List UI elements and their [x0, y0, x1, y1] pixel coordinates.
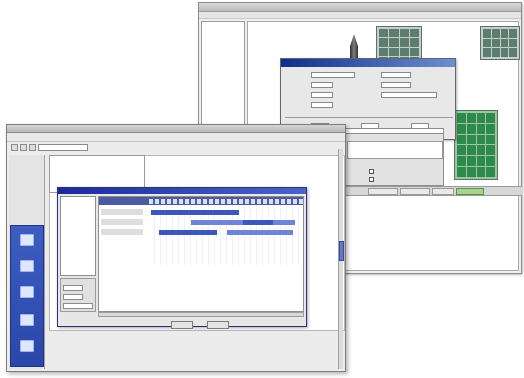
- divider: [285, 117, 453, 118]
- toolbar-combo[interactable]: [38, 144, 88, 151]
- field-value[interactable]: [311, 82, 333, 88]
- gantt-bar[interactable]: [243, 220, 273, 225]
- dialog-button[interactable]: [171, 321, 193, 329]
- toolbar-button[interactable]: [29, 144, 36, 151]
- toolbar-button[interactable]: [20, 144, 27, 151]
- field-value[interactable]: [311, 102, 333, 108]
- schedule-list[interactable]: [60, 196, 96, 276]
- toolbar-button[interactable]: [11, 144, 18, 151]
- option-field[interactable]: [63, 294, 83, 300]
- horizontal-scrollbar[interactable]: [98, 312, 304, 317]
- back-window-titlebar[interactable]: [199, 3, 521, 12]
- front-window-titlebar[interactable]: [7, 125, 345, 133]
- nav-module-icon[interactable]: [20, 260, 34, 272]
- front-window-menubar: [7, 133, 345, 142]
- left-panel-item[interactable]: [202, 26, 244, 28]
- address-field[interactable]: [344, 128, 444, 134]
- front-window: [6, 124, 346, 372]
- rack-icon-active[interactable]: [454, 110, 498, 180]
- nav-module-icon[interactable]: [20, 314, 34, 326]
- field-value[interactable]: [381, 92, 437, 98]
- dialog-buttons: [171, 321, 229, 329]
- option-field[interactable]: [63, 285, 83, 291]
- option-field[interactable]: [63, 303, 93, 309]
- status-segment[interactable]: [368, 188, 398, 195]
- list-item[interactable]: [61, 201, 95, 203]
- checkbox[interactable]: [369, 169, 374, 174]
- properties-dialog-title[interactable]: [281, 59, 455, 67]
- schedule-dialog-titlebar[interactable]: [58, 188, 306, 194]
- field-value[interactable]: [381, 72, 411, 78]
- back-window-menubar[interactable]: [199, 12, 521, 19]
- status-segment-active[interactable]: [456, 188, 484, 195]
- checkbox[interactable]: [369, 177, 374, 182]
- field-value[interactable]: [381, 82, 411, 88]
- left-navigation: [9, 155, 45, 369]
- nav-icon-bar: [10, 225, 44, 367]
- scrollbar-thumb[interactable]: [339, 241, 344, 261]
- gantt-bar[interactable]: [151, 210, 239, 215]
- screenshot-composite: [0, 0, 524, 378]
- dialog-button[interactable]: [207, 321, 229, 329]
- rack-icon[interactable]: [480, 26, 520, 60]
- status-segment[interactable]: [432, 188, 454, 195]
- gantt-bar[interactable]: [227, 230, 293, 235]
- gantt-row-label: [101, 219, 143, 225]
- schedule-dialog: [57, 187, 307, 327]
- back-window-inner-panel: [344, 130, 444, 186]
- nav-module-icon[interactable]: [20, 286, 34, 298]
- back-window-statusbar: [344, 186, 522, 196]
- gantt-row-label: [101, 229, 143, 235]
- gantt-bar[interactable]: [159, 230, 217, 235]
- field-value[interactable]: [311, 92, 333, 98]
- gantt-row-label: [101, 209, 143, 215]
- text-area[interactable]: [347, 141, 443, 159]
- gantt-chart[interactable]: [98, 196, 304, 312]
- status-segment[interactable]: [400, 188, 430, 195]
- toolbar: [11, 143, 139, 152]
- gantt-timescale: [149, 199, 303, 204]
- vertical-scrollbar[interactable]: [338, 149, 344, 369]
- nav-module-icon[interactable]: [20, 234, 34, 246]
- schedule-options-panel: [60, 278, 96, 312]
- nav-label[interactable]: [9, 159, 44, 161]
- field-value[interactable]: [311, 72, 355, 78]
- nav-module-icon[interactable]: [20, 340, 34, 352]
